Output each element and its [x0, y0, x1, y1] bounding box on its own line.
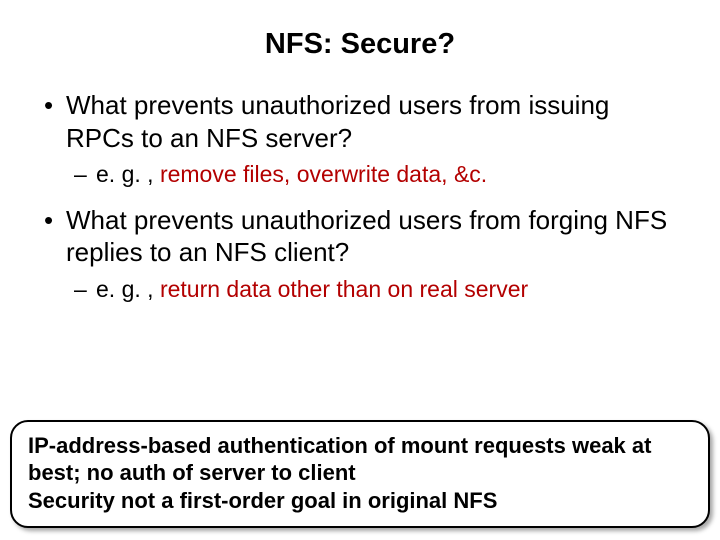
bullet-2-sub-item: e. g. , return data other than on real s… — [66, 275, 680, 305]
callout-box: IP-address-based authentication of mount… — [10, 420, 710, 529]
bullet-list: What prevents unauthorized users from is… — [40, 89, 680, 305]
callout-line-2: Security not a first-order goal in origi… — [28, 487, 692, 515]
slide-title: NFS: Secure? — [40, 28, 680, 61]
bullet-1-sub-prefix: e. g. , — [96, 161, 160, 187]
bullet-1: What prevents unauthorized users from is… — [40, 89, 680, 190]
bullet-1-sub: e. g. , remove files, overwrite data, &c… — [66, 160, 680, 190]
bullet-1-text: What prevents unauthorized users from is… — [66, 90, 609, 153]
bullet-2-sub-red: return data other than on real server — [160, 276, 528, 302]
callout-line-1: IP-address-based authentication of mount… — [28, 432, 692, 487]
slide: NFS: Secure? What prevents unauthorized … — [0, 0, 720, 540]
bullet-2: What prevents unauthorized users from fo… — [40, 204, 680, 305]
bullet-2-sub: e. g. , return data other than on real s… — [66, 275, 680, 305]
bullet-1-sub-red: remove files, overwrite data, &c. — [160, 161, 487, 187]
bullet-1-sub-item: e. g. , remove files, overwrite data, &c… — [66, 160, 680, 190]
bullet-2-text: What prevents unauthorized users from fo… — [66, 205, 667, 268]
bullet-2-sub-prefix: e. g. , — [96, 276, 160, 302]
